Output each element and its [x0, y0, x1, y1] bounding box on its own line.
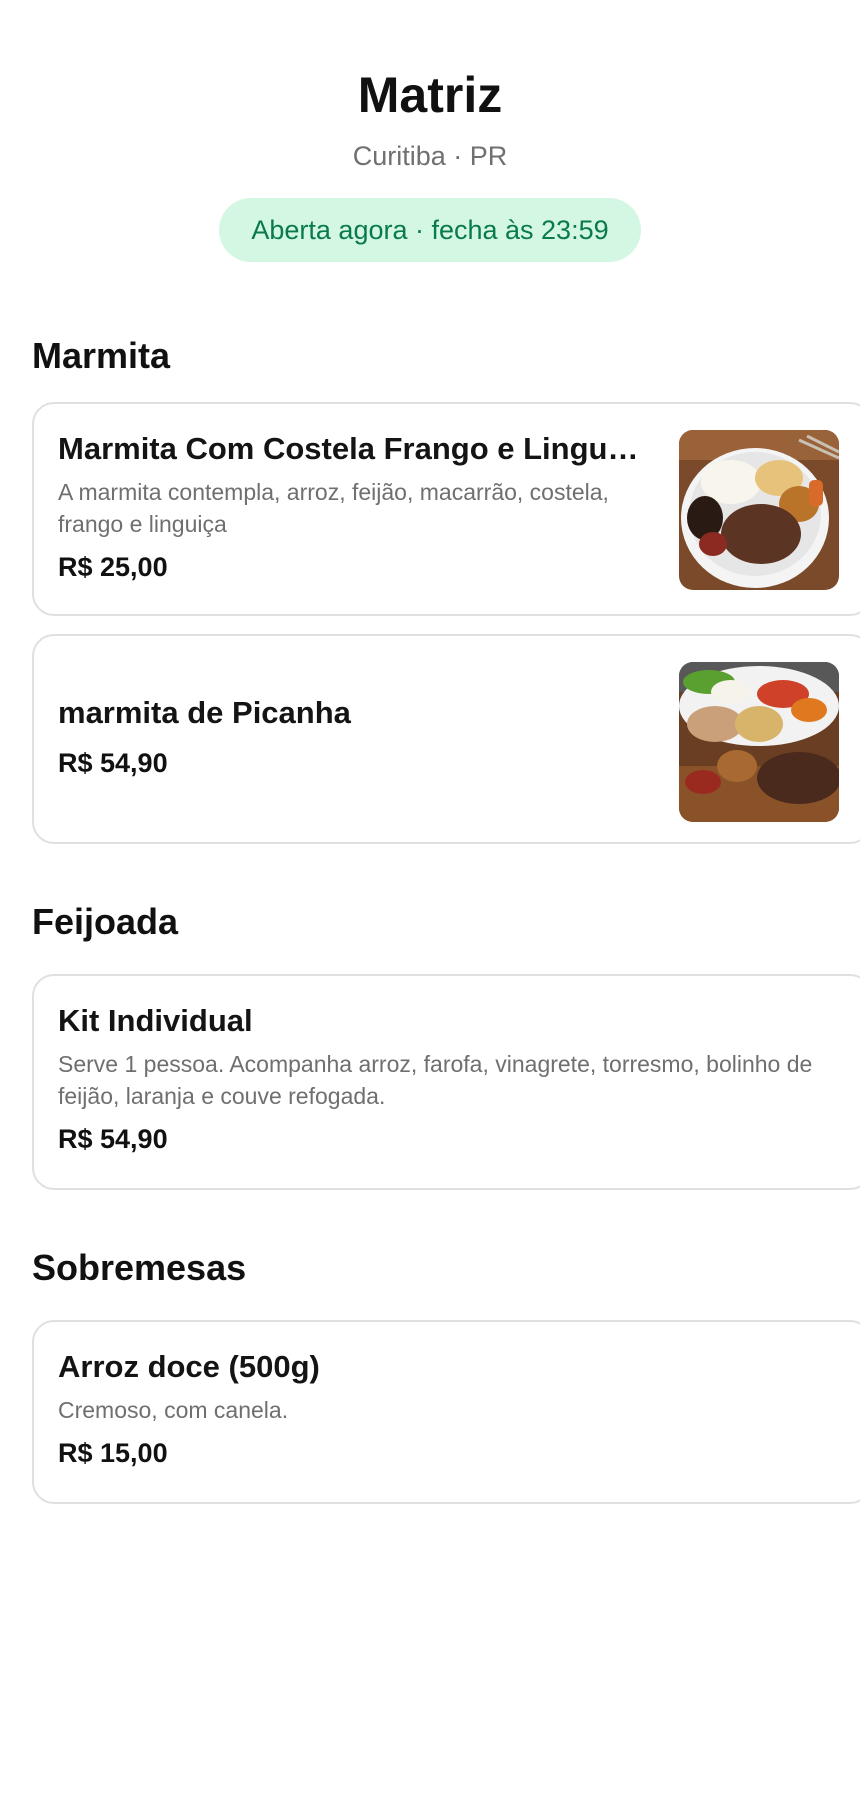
item-description: A marmita contempla, arroz, feijão, maca…	[58, 479, 609, 537]
open-status-badge: Aberta agora · fecha às 23:59	[219, 198, 641, 262]
menu-item-card[interactable]: Marmita Com Costela Frango e Linguiça A …	[32, 402, 860, 616]
item-price: R$ 25,00	[58, 552, 168, 582]
item-name: Marmita Com Costela Frango e Linguiça	[58, 431, 640, 466]
store-title: Matriz	[357, 67, 503, 123]
menu-item-card[interactable]: Kit Individual Serve 1 pessoa. Acompanha…	[32, 974, 860, 1190]
item-description: Serve 1 pessoa. Acompanha arroz, farofa,…	[58, 1051, 813, 1109]
item-name: Arroz doce (500g)	[58, 1349, 320, 1384]
menu-section-sobremesas: Sobremesas Arroz doce (500g) Cremoso, co…	[0, 1246, 860, 1504]
marmita-costela-photo	[679, 430, 839, 590]
store-header: Matriz Curitiba · PR Aberta agora · fech…	[0, 0, 860, 262]
item-description: Cremoso, com canela.	[58, 1397, 289, 1423]
section-title: Marmita	[32, 335, 171, 376]
menu-item-card[interactable]: marmita de Picanha R$ 54,90	[32, 634, 860, 844]
item-name: marmita de Picanha	[58, 695, 351, 730]
section-title: Sobremesas	[32, 1247, 247, 1288]
section-title: Feijoada	[32, 901, 179, 942]
marmita-picanha-photo	[679, 662, 839, 822]
store-location: Curitiba · PR	[352, 141, 508, 171]
item-price: R$ 15,00	[58, 1438, 168, 1468]
item-price: R$ 54,90	[58, 1124, 168, 1154]
menu-section-marmita: Marmita Marmita Com Costela Frango e Lin…	[0, 334, 860, 844]
menu-section-feijoada: Feijoada Kit Individual Serve 1 pessoa. …	[0, 900, 860, 1190]
menu-item-card[interactable]: Arroz doce (500g) Cremoso, com canela. R…	[32, 1320, 860, 1504]
item-name: Kit Individual	[58, 1003, 253, 1038]
item-price: R$ 54,90	[58, 748, 168, 778]
